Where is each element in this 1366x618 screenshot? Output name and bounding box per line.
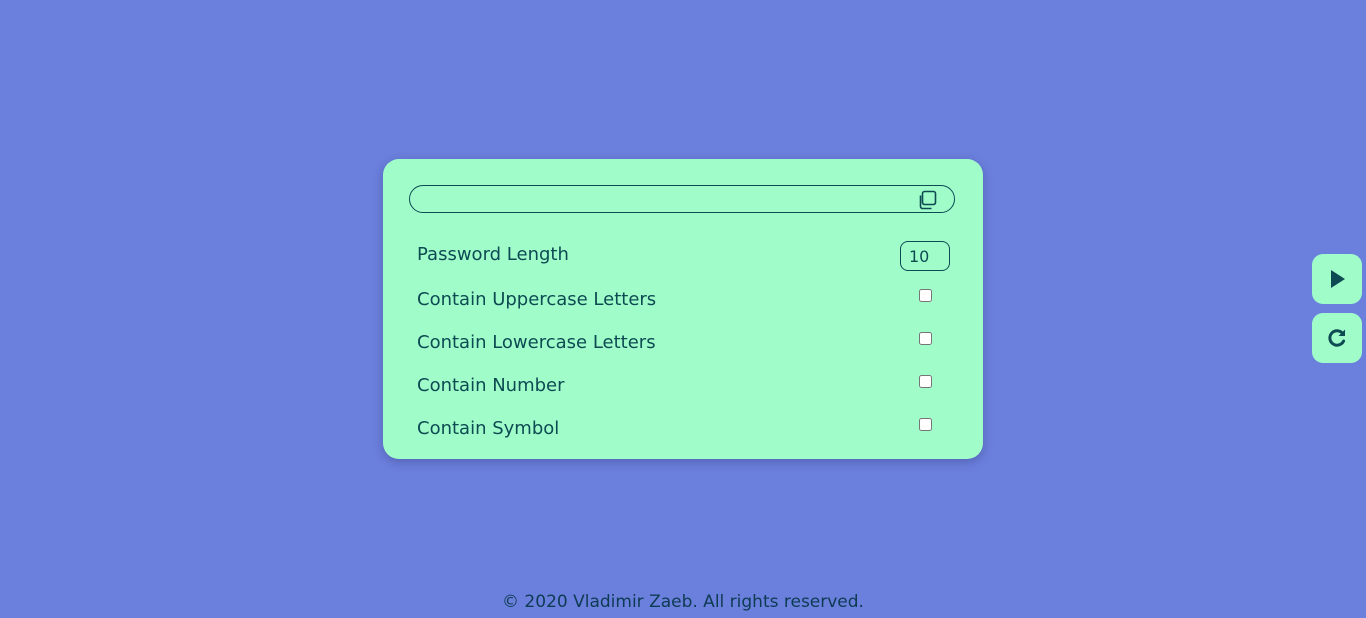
number-checkbox[interactable] (919, 375, 932, 388)
copy-icon (919, 190, 937, 210)
reset-button[interactable] (1312, 313, 1362, 363)
play-icon (1331, 270, 1345, 288)
lowercase-row: Contain Lowercase Letters (417, 329, 951, 359)
number-label: Contain Number (417, 375, 565, 396)
password-length-row: Password Length (417, 241, 951, 271)
password-length-input[interactable] (900, 241, 950, 271)
lowercase-checkbox[interactable] (919, 332, 932, 345)
footer-copyright: © 2020 Vladimir Zaeb. All rights reserve… (502, 592, 864, 612)
lowercase-label: Contain Lowercase Letters (417, 332, 656, 353)
number-row: Contain Number (417, 372, 951, 402)
password-length-label: Password Length (417, 244, 569, 265)
generate-button[interactable] (1312, 254, 1362, 304)
password-result-field[interactable] (409, 185, 955, 213)
uppercase-row: Contain Uppercase Letters (417, 286, 951, 316)
symbol-label: Contain Symbol (417, 418, 560, 439)
refresh-icon (1328, 329, 1346, 347)
copy-button[interactable] (917, 190, 937, 210)
symbol-checkbox[interactable] (919, 418, 932, 431)
uppercase-label: Contain Uppercase Letters (417, 289, 657, 310)
password-generator-card: Password Length Contain Uppercase Letter… (383, 159, 983, 459)
symbol-row: Contain Symbol (417, 415, 951, 445)
uppercase-checkbox[interactable] (919, 289, 932, 302)
